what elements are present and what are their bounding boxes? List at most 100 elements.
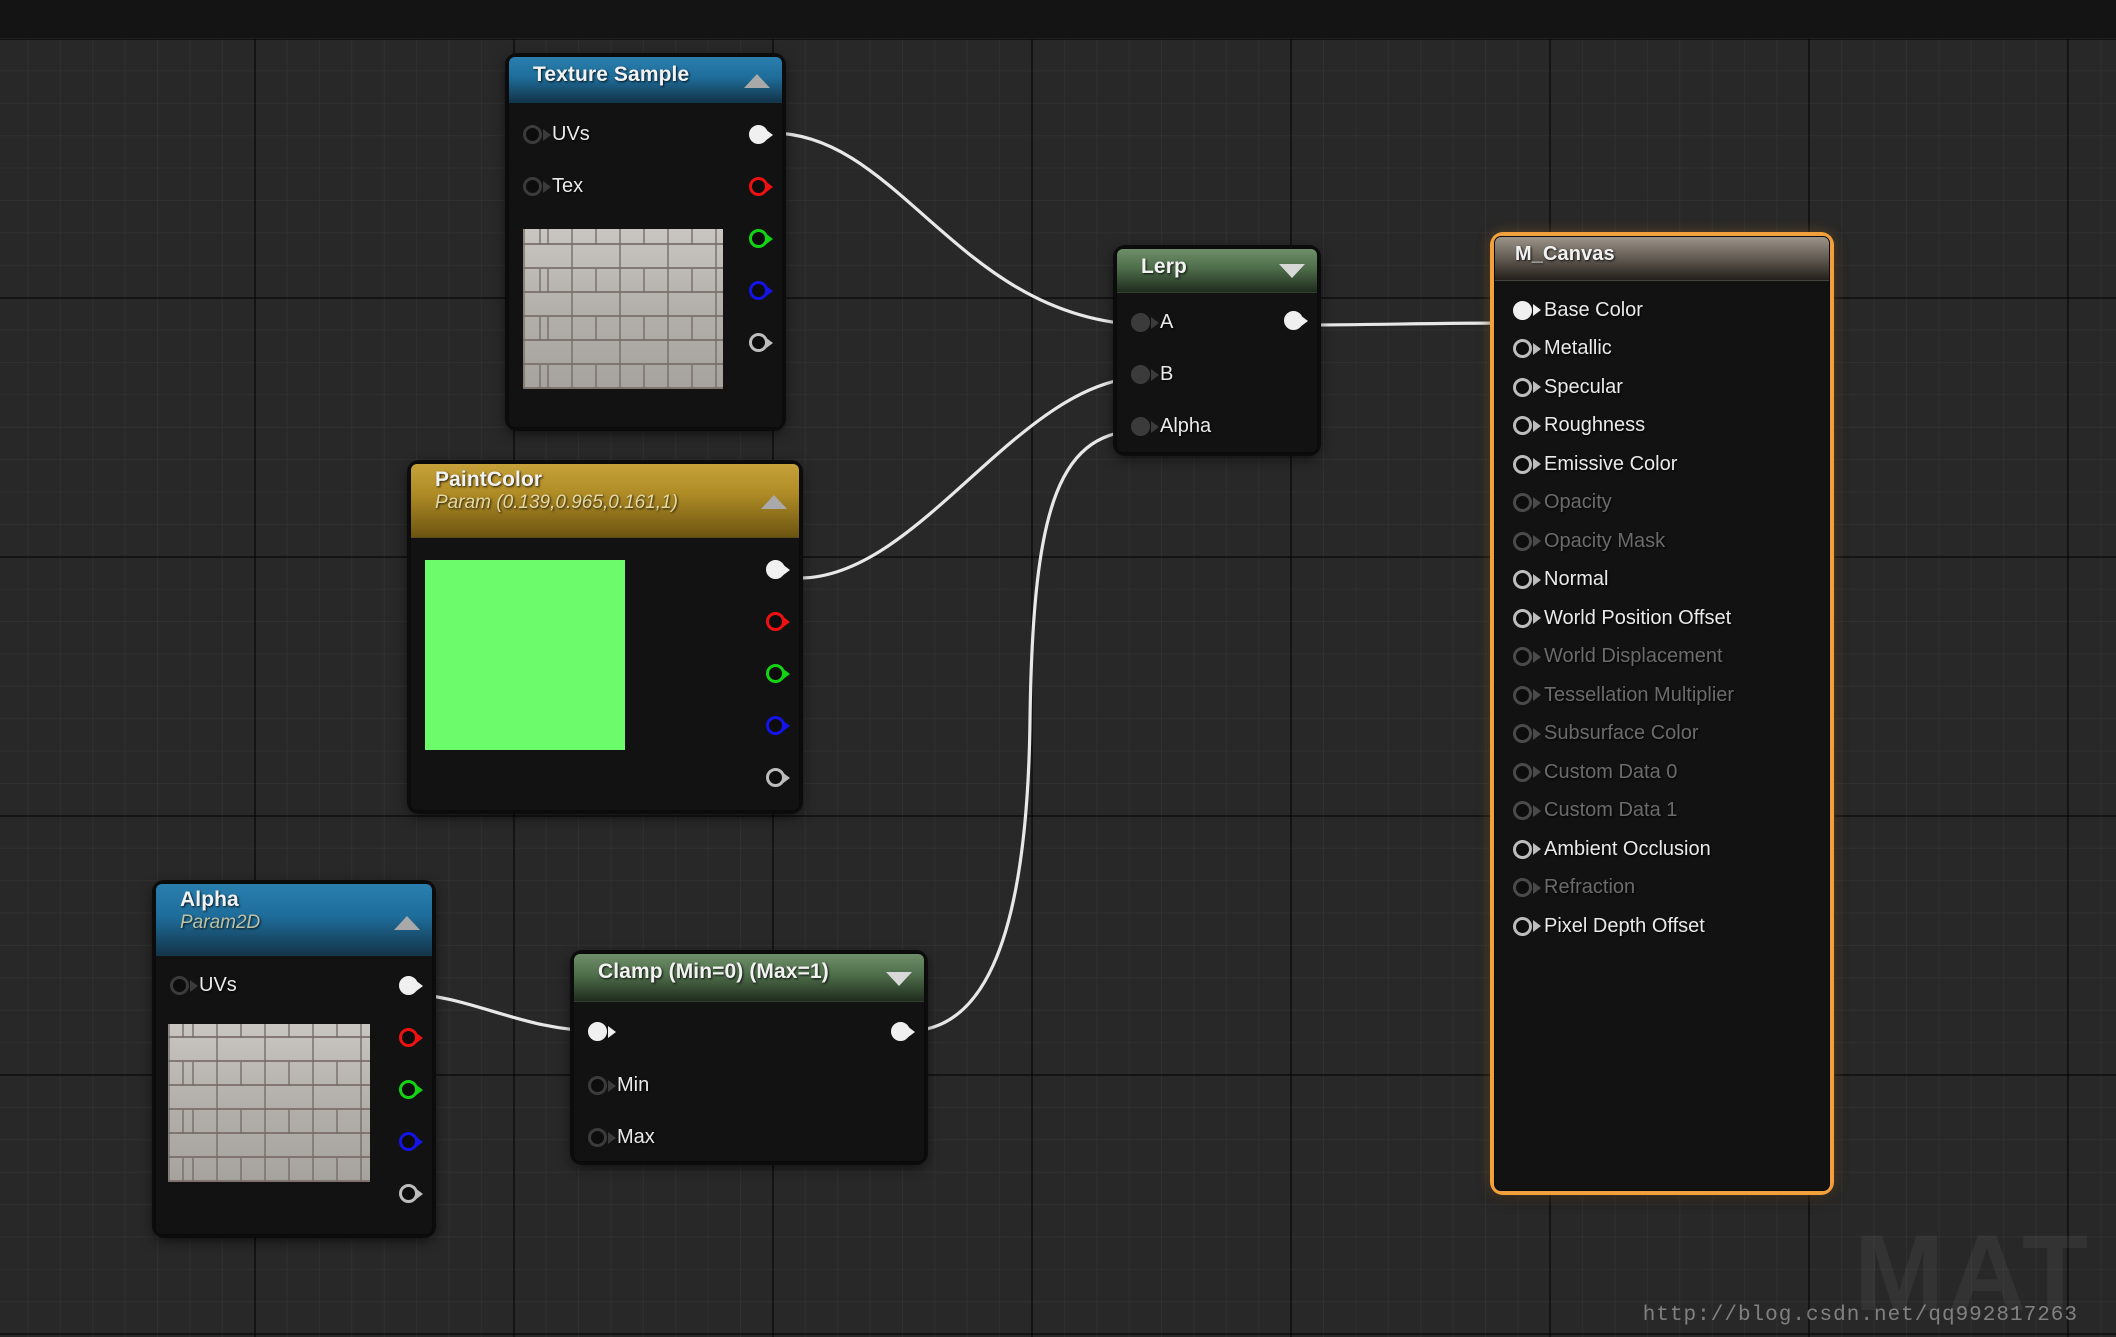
pin-icon-pixel-depth-offset[interactable]	[1513, 916, 1532, 936]
pin-icon-base-color[interactable]	[1513, 300, 1532, 320]
m-canvas-pin-row[interactable]: Ambient Occlusion	[1495, 830, 1829, 869]
pin-icon-r[interactable]	[749, 177, 768, 196]
pin-input-uvs[interactable]: UVs	[523, 123, 590, 146]
node-lerp-header[interactable]: Lerp	[1117, 249, 1317, 293]
pin-icon-a[interactable]	[766, 768, 785, 787]
pin-icon-subsurface-color[interactable]	[1513, 724, 1532, 744]
node-m-canvas[interactable]: M_Canvas Base Color Metallic Specular Rough…	[1494, 236, 1830, 1191]
node-clamp-header[interactable]: Clamp (Min=0) (Max=1)	[574, 954, 924, 1002]
pin-icon-roughness[interactable]	[1513, 416, 1532, 436]
pin-input-uvs[interactable]: UVs	[170, 974, 237, 997]
pin-icon-a[interactable]	[1131, 313, 1150, 332]
pin-icon-custom-data-1[interactable]	[1513, 801, 1532, 821]
pin-icon-b[interactable]	[766, 716, 785, 735]
m-canvas-pin-row[interactable]: Specular	[1495, 368, 1829, 407]
pin-output-rgb[interactable]	[399, 976, 418, 995]
pin-icon-r[interactable]	[766, 612, 785, 631]
node-texture-sample-header[interactable]: Texture Sample	[509, 57, 782, 103]
pin-icon-g[interactable]	[399, 1080, 418, 1099]
pin-icon-rgb[interactable]	[749, 125, 768, 144]
pin-output-rgb[interactable]	[749, 125, 768, 144]
pin-icon-b[interactable]	[749, 281, 768, 300]
pin-icon-specular[interactable]	[1513, 377, 1532, 397]
m-canvas-pin-row[interactable]: Tessellation Multiplier	[1495, 676, 1829, 715]
pin-input-value[interactable]	[588, 1022, 607, 1041]
m-canvas-pin-row[interactable]: Opacity Mask	[1495, 522, 1829, 561]
node-lerp[interactable]: Lerp A B Alpha	[1116, 248, 1318, 453]
m-canvas-pin-row[interactable]: World Displacement	[1495, 638, 1829, 677]
pin-output-rgb[interactable]	[766, 560, 785, 579]
pin-icon-tessellation-multiplier[interactable]	[1513, 685, 1532, 705]
pin-icon-refraction[interactable]	[1513, 878, 1532, 898]
pin-icon-rgb[interactable]	[399, 976, 418, 995]
pin-input-a[interactable]: A	[1131, 311, 1173, 334]
pin-icon-g[interactable]	[749, 229, 768, 248]
pin-icon-world-displacement[interactable]	[1513, 647, 1532, 667]
pin-icon-tex[interactable]	[523, 177, 542, 196]
m-canvas-pin-row[interactable]: Pixel Depth Offset	[1495, 907, 1829, 946]
pin-output-a[interactable]	[749, 333, 768, 352]
triangle-up-icon[interactable]	[744, 74, 770, 88]
node-alpha-header[interactable]: Alpha Param2D	[156, 884, 432, 956]
pin-icon-max[interactable]	[588, 1128, 607, 1147]
pin-input-max[interactable]: Max	[588, 1126, 655, 1149]
pin-icon-opacity-mask[interactable]	[1513, 531, 1532, 551]
pin-icon-world-position-offset[interactable]	[1513, 608, 1532, 628]
m-canvas-pin-row[interactable]: Roughness	[1495, 407, 1829, 446]
pin-icon-a[interactable]	[399, 1184, 418, 1203]
node-alpha[interactable]: Alpha Param2D UVs	[155, 883, 433, 1235]
m-canvas-pin-row[interactable]: Base Color	[1495, 291, 1829, 330]
pin-input-tex[interactable]: Tex	[523, 175, 583, 198]
m-canvas-pin-row[interactable]: Custom Data 0	[1495, 753, 1829, 792]
node-m-canvas-header[interactable]: M_Canvas	[1495, 237, 1829, 281]
node-texture-sample[interactable]: Texture Sample UVs Tex	[508, 56, 783, 428]
pin-icon-normal[interactable]	[1513, 570, 1532, 590]
triangle-up-icon[interactable]	[394, 916, 420, 930]
pin-icon-a[interactable]	[749, 333, 768, 352]
node-clamp[interactable]: Clamp (Min=0) (Max=1) Min Max	[573, 953, 925, 1162]
m-canvas-pin-row[interactable]: Refraction	[1495, 869, 1829, 908]
m-canvas-pin-row[interactable]: Subsurface Color	[1495, 715, 1829, 754]
pin-output-b[interactable]	[749, 281, 768, 300]
pin-icon-opacity[interactable]	[1513, 493, 1532, 513]
m-canvas-pin-row[interactable]: Emissive Color	[1495, 445, 1829, 484]
pin-icon-b[interactable]	[399, 1132, 418, 1151]
pin-output-b[interactable]	[766, 716, 785, 735]
pin-output-a[interactable]	[766, 768, 785, 787]
pin-output-result[interactable]	[1284, 311, 1303, 330]
pin-icon-metallic[interactable]	[1513, 339, 1532, 359]
pin-icon-emissive-color[interactable]	[1513, 454, 1532, 474]
pin-icon-b[interactable]	[1131, 365, 1150, 384]
pin-icon-alpha[interactable]	[1131, 417, 1150, 436]
pin-icon-uvs[interactable]	[523, 125, 542, 144]
pin-icon-min[interactable]	[588, 1076, 607, 1095]
pin-output-r[interactable]	[749, 177, 768, 196]
pin-input-min[interactable]: Min	[588, 1074, 649, 1097]
pin-icon-result[interactable]	[1284, 311, 1303, 330]
pin-output-b[interactable]	[399, 1132, 418, 1151]
m-canvas-pin-row[interactable]: Metallic	[1495, 330, 1829, 369]
m-canvas-pin-row[interactable]: Custom Data 1	[1495, 792, 1829, 831]
pin-output-a[interactable]	[399, 1184, 418, 1203]
pin-icon-g[interactable]	[766, 664, 785, 683]
m-canvas-pin-row[interactable]: Normal	[1495, 561, 1829, 600]
triangle-down-icon[interactable]	[1279, 264, 1305, 278]
pin-icon-result[interactable]	[891, 1022, 910, 1041]
pin-icon-rgb[interactable]	[766, 560, 785, 579]
pin-icon-ambient-occlusion[interactable]	[1513, 839, 1532, 859]
pin-output-g[interactable]	[399, 1080, 418, 1099]
pin-icon-r[interactable]	[399, 1028, 418, 1047]
triangle-down-icon[interactable]	[886, 972, 912, 986]
pin-icon-uvs[interactable]	[170, 976, 189, 995]
pin-output-result[interactable]	[891, 1022, 910, 1041]
pin-icon-custom-data-0[interactable]	[1513, 762, 1532, 782]
triangle-up-icon[interactable]	[761, 495, 787, 509]
pin-output-g[interactable]	[766, 664, 785, 683]
pin-output-r[interactable]	[399, 1028, 418, 1047]
m-canvas-pin-row[interactable]: Opacity	[1495, 484, 1829, 523]
pin-icon-value[interactable]	[588, 1022, 607, 1041]
m-canvas-pin-row[interactable]: World Position Offset	[1495, 599, 1829, 638]
pin-output-g[interactable]	[749, 229, 768, 248]
node-paintcolor[interactable]: PaintColor Param (0.139,0.965,0.161,1)	[410, 463, 800, 811]
pin-input-alpha[interactable]: Alpha	[1131, 415, 1211, 438]
